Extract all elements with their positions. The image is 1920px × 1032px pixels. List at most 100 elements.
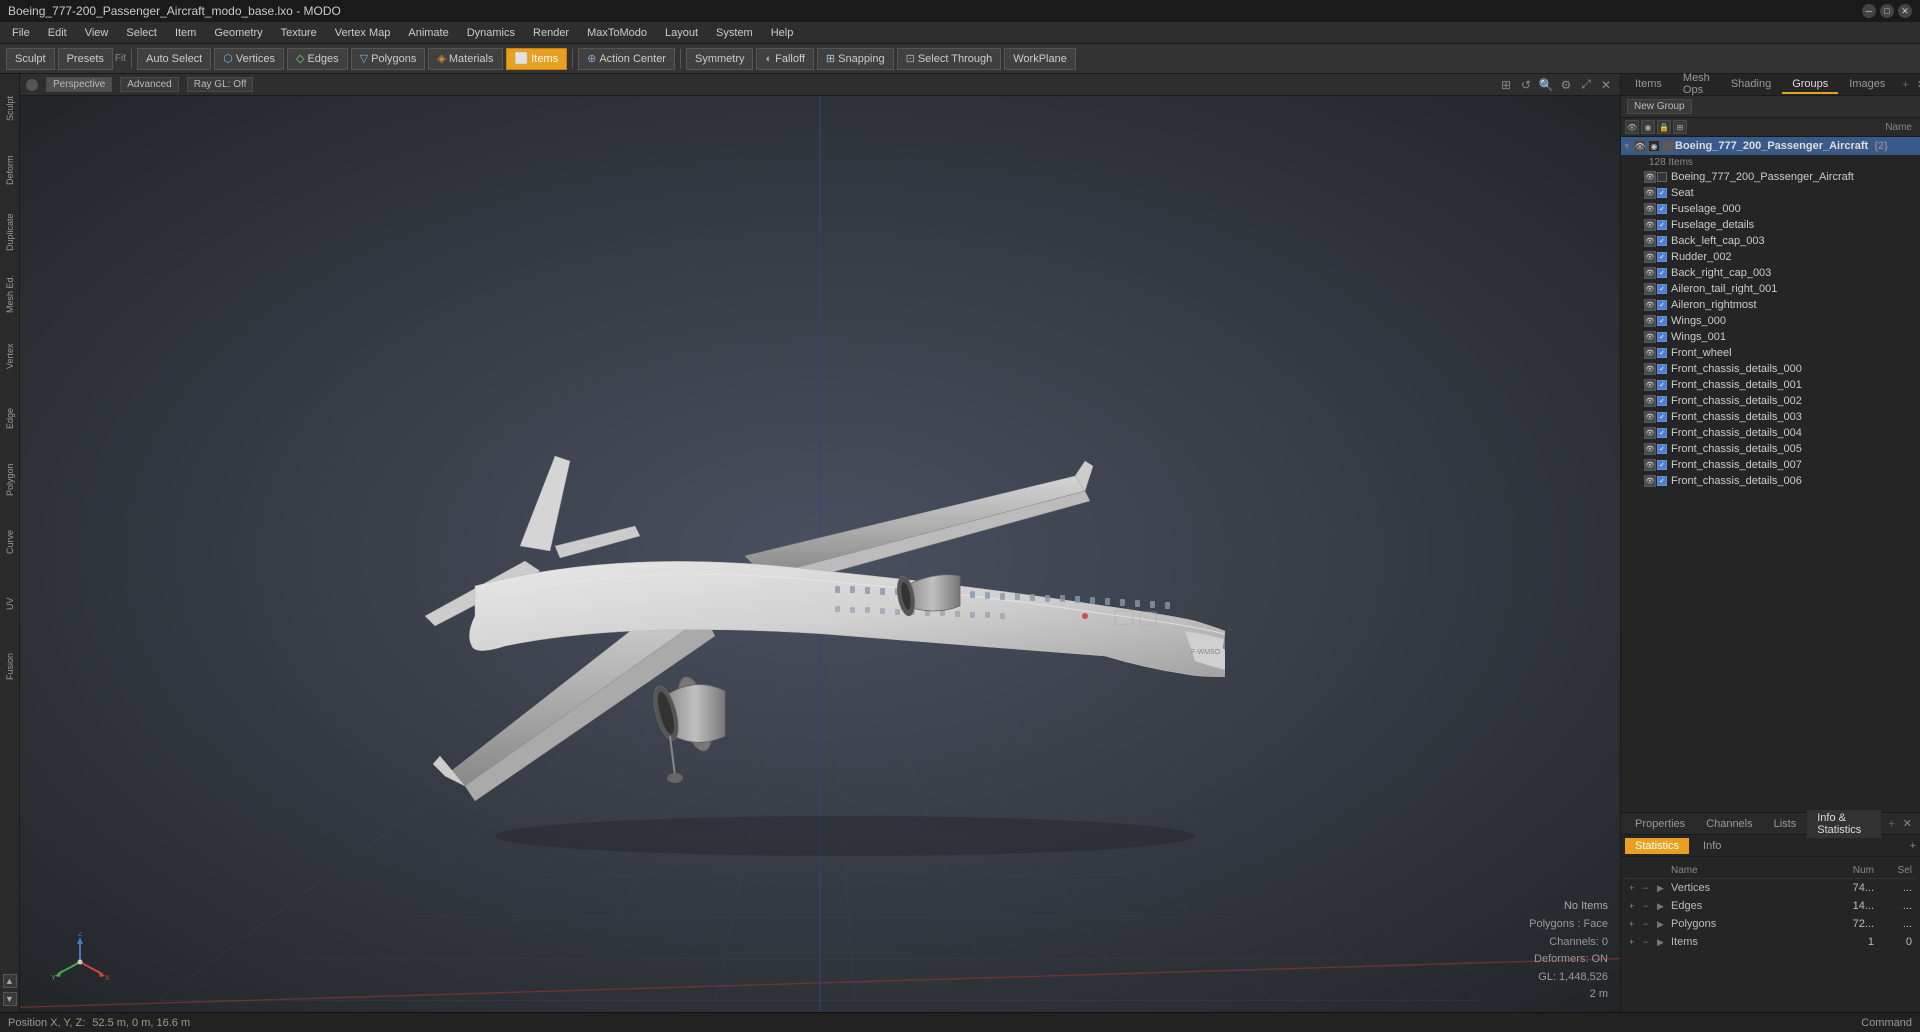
check-10[interactable] [1657, 332, 1667, 342]
snapping-button[interactable]: ⊞ Snapping [817, 48, 894, 70]
check-14[interactable] [1657, 396, 1667, 406]
vis-icon-16[interactable]: 👁 [1644, 427, 1656, 439]
tree-item-12[interactable]: 👁 Front_chassis_details_000 [1621, 361, 1920, 377]
tree-item-8[interactable]: 👁 Aileron_rightmost [1621, 297, 1920, 313]
vertices-button[interactable]: ⬡ Vertices [214, 48, 284, 70]
vis-icon-11[interactable]: 👁 [1644, 347, 1656, 359]
check-17[interactable] [1657, 444, 1667, 454]
vis-icon-8[interactable]: 👁 [1644, 299, 1656, 311]
viewport-menu-icon[interactable] [26, 79, 38, 91]
vis-icon-18[interactable]: 👁 [1644, 459, 1656, 471]
sidebar-toggle-bottom[interactable]: ▼ [3, 992, 17, 1006]
check-1[interactable] [1657, 188, 1667, 198]
minimize-button[interactable]: ─ [1862, 4, 1876, 18]
check-0[interactable] [1657, 172, 1667, 182]
menu-item-help[interactable]: Help [763, 25, 802, 41]
rp-icon-eye[interactable]: 👁 [1625, 120, 1639, 134]
tree-item-15[interactable]: 👁 Front_chassis_details_003 [1621, 409, 1920, 425]
menu-item-texture[interactable]: Texture [273, 25, 325, 41]
tree-item-13[interactable]: 👁 Front_chassis_details_001 [1621, 377, 1920, 393]
tab-items[interactable]: Items [1625, 76, 1672, 94]
stats-tab-statistics[interactable]: Statistics [1625, 838, 1689, 854]
viewport-icon-reset[interactable]: ↺ [1518, 77, 1534, 93]
edges-button[interactable]: ◇ Edges [287, 48, 348, 70]
stats-row-1[interactable]: + − ▶ Edges 14... ... [1625, 897, 1916, 915]
sidebar-deform[interactable]: Deform [1, 140, 19, 200]
auto-select-button[interactable]: Auto Select [137, 48, 211, 70]
vis-icon-5[interactable]: 👁 [1644, 251, 1656, 263]
vis-icon-14[interactable]: 👁 [1644, 395, 1656, 407]
stats-add-1[interactable]: + [1629, 901, 1643, 911]
close-button[interactable]: ✕ [1898, 4, 1912, 18]
sidebar-fusion[interactable]: Fusion [1, 636, 19, 696]
vis-icon-2[interactable]: 👁 [1644, 203, 1656, 215]
sidebar-sculpt[interactable]: Sculpt [1, 78, 19, 138]
tree-item-14[interactable]: 👁 Front_chassis_details_002 [1621, 393, 1920, 409]
tree-item-5[interactable]: 👁 Rudder_002 [1621, 249, 1920, 265]
tree-item-19[interactable]: 👁 Front_chassis_details_006 [1621, 473, 1920, 489]
polygons-button[interactable]: ▽ Polygons [351, 48, 426, 70]
vis-icon-3[interactable]: 👁 [1644, 219, 1656, 231]
vis-icon-1[interactable]: 👁 [1644, 187, 1656, 199]
tab-add[interactable]: + [1896, 77, 1914, 93]
menu-item-animate[interactable]: Animate [400, 25, 456, 41]
viewport-icon-settings[interactable]: ⚙ [1558, 77, 1574, 93]
stats-row-0[interactable]: + − ▶ Vertices 74... ... [1625, 879, 1916, 897]
menu-item-file[interactable]: File [4, 25, 38, 41]
check-19[interactable] [1657, 476, 1667, 486]
rp-icon-lock[interactable]: 🔒 [1657, 120, 1671, 134]
menu-item-maxtomodo[interactable]: MaxToModo [579, 25, 655, 41]
stats-minus-0[interactable]: − [1643, 883, 1657, 893]
menu-item-render[interactable]: Render [525, 25, 577, 41]
menu-item-view[interactable]: View [77, 25, 117, 41]
sidebar-duplicate[interactable]: Duplicate [1, 202, 19, 262]
tab-groups[interactable]: Groups [1782, 76, 1838, 94]
perspective-button[interactable]: Perspective [46, 77, 112, 92]
stats-expand-1[interactable]: ▶ [1657, 901, 1671, 912]
bp-tab-properties[interactable]: Properties [1625, 816, 1695, 832]
vis-icon-19[interactable]: 👁 [1644, 475, 1656, 487]
stats-add-0[interactable]: + [1629, 883, 1643, 893]
maximize-button[interactable]: □ [1880, 4, 1894, 18]
3d-viewport[interactable]: NJ F-WMSO No Items Polygons : Face Chann… [20, 96, 1620, 1012]
tab-mesh-ops[interactable]: Mesh Ops [1673, 70, 1720, 100]
vis-icon-7[interactable]: 👁 [1644, 283, 1656, 295]
tree-expand-root[interactable]: ▼ [1621, 138, 1633, 154]
sidebar-polygon[interactable]: Polygon [1, 450, 19, 510]
new-group-button[interactable]: New Group [1627, 99, 1692, 114]
menu-item-system[interactable]: System [708, 25, 761, 41]
rp-icon-expand[interactable]: ⊞ [1673, 120, 1687, 134]
bp-tab-add[interactable]: + [1882, 816, 1900, 832]
check-13[interactable] [1657, 380, 1667, 390]
falloff-button[interactable]: ◐ Falloff [756, 48, 813, 70]
stats-row-3[interactable]: + − ▶ Items 1 0 [1625, 933, 1916, 951]
tree-item-2[interactable]: 👁 Fuselage_000 [1621, 201, 1920, 217]
check-3[interactable] [1657, 220, 1667, 230]
tree-item-1[interactable]: 👁 Seat [1621, 185, 1920, 201]
vis-icon-10[interactable]: 👁 [1644, 331, 1656, 343]
check-6[interactable] [1657, 268, 1667, 278]
tree-item-16[interactable]: 👁 Front_chassis_details_004 [1621, 425, 1920, 441]
menu-item-geometry[interactable]: Geometry [206, 25, 270, 41]
materials-button[interactable]: ◈ Materials [428, 48, 502, 70]
tab-images[interactable]: Images [1839, 76, 1895, 94]
bp-close-icon[interactable]: ✕ [1903, 817, 1916, 830]
check-18[interactable] [1657, 460, 1667, 470]
check-16[interactable] [1657, 428, 1667, 438]
action-center-button[interactable]: ⊕ Action Center [578, 48, 675, 70]
stats-add-2[interactable]: + [1629, 919, 1643, 929]
tree-item-0[interactable]: 👁 Boeing_777_200_Passenger_Aircraft [1621, 169, 1920, 185]
vis-icon-13[interactable]: 👁 [1644, 379, 1656, 391]
stats-expand-3[interactable]: ▶ [1657, 937, 1671, 948]
menu-item-vertex map[interactable]: Vertex Map [327, 25, 399, 41]
viewport-icon-maximize[interactable]: ⤢ [1578, 77, 1594, 93]
tree-item-7[interactable]: 👁 Aileron_tail_right_001 [1621, 281, 1920, 297]
tree-item-4[interactable]: 👁 Back_left_cap_003 [1621, 233, 1920, 249]
check-9[interactable] [1657, 316, 1667, 326]
work-plane-button[interactable]: WorkPlane [1004, 48, 1076, 70]
check-2[interactable] [1657, 204, 1667, 214]
tree-item-6[interactable]: 👁 Back_right_cap_003 [1621, 265, 1920, 281]
scene-tree[interactable]: ▼ 👁 ◉ Boeing_777_200_Passenger_Aircraft … [1621, 137, 1920, 812]
viewport-icon-close[interactable]: ✕ [1598, 77, 1614, 93]
tree-item-11[interactable]: 👁 Front_wheel [1621, 345, 1920, 361]
